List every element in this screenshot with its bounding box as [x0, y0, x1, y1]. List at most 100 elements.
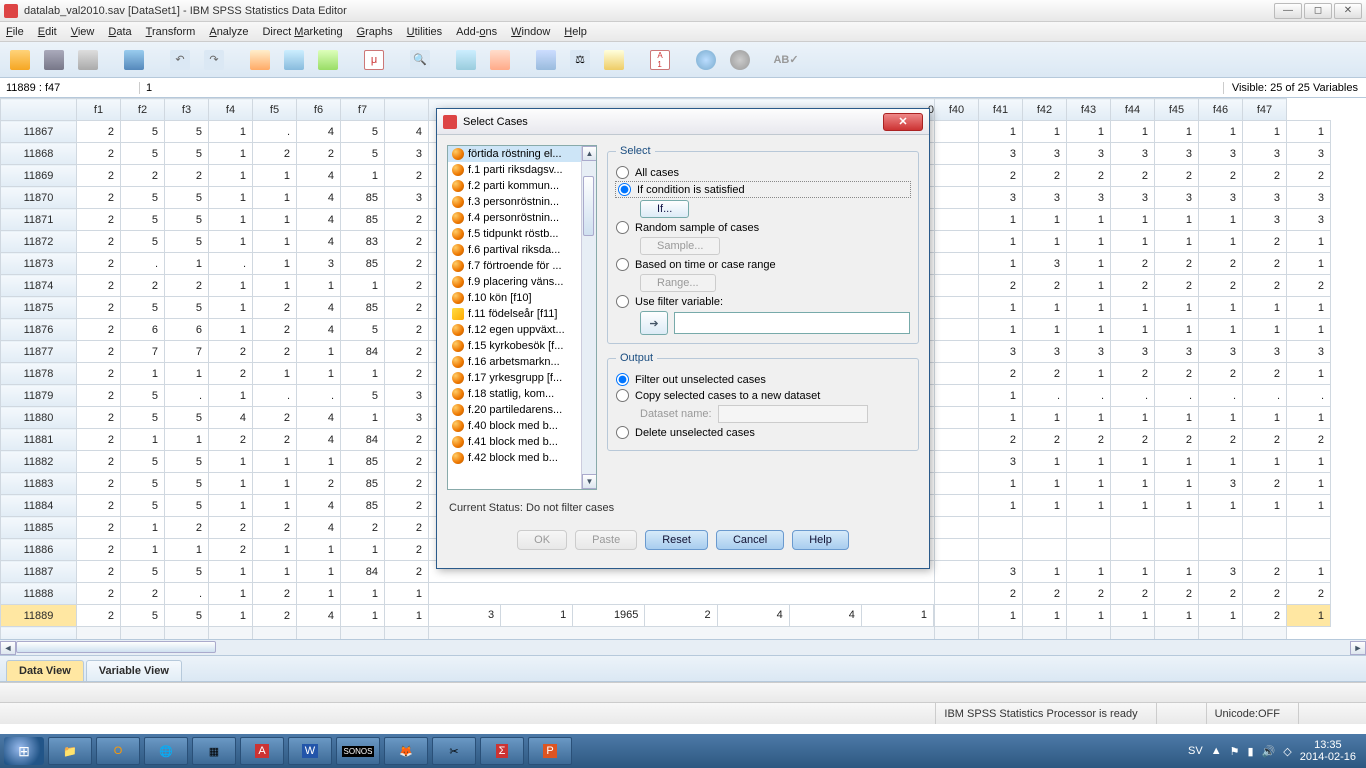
- cell[interactable]: 2: [385, 319, 429, 341]
- cell[interactable]: 5: [121, 605, 165, 627]
- cell[interactable]: 3: [1155, 341, 1199, 363]
- cell[interactable]: 1: [209, 231, 253, 253]
- tray-flag-icon[interactable]: ⚑: [1230, 745, 1240, 758]
- variable-item[interactable]: f.12 egen uppväxt...: [448, 322, 596, 338]
- row-header[interactable]: 11884: [1, 495, 77, 517]
- cell[interactable]: 4: [209, 407, 253, 429]
- cell[interactable]: [935, 473, 979, 495]
- radio-delete-unselected[interactable]: [616, 426, 629, 439]
- row-header[interactable]: 11879: [1, 385, 77, 407]
- cell[interactable]: 2: [1199, 253, 1243, 275]
- cell[interactable]: 1: [1023, 209, 1067, 231]
- reset-button[interactable]: Reset: [645, 530, 708, 550]
- cell[interactable]: 7: [121, 341, 165, 363]
- cell[interactable]: 1: [341, 275, 385, 297]
- radio-filter-out[interactable]: [616, 373, 629, 386]
- variables-icon[interactable]: [314, 46, 342, 74]
- col-f2[interactable]: f2: [121, 99, 165, 121]
- cell[interactable]: 1: [1111, 473, 1155, 495]
- cell[interactable]: 1: [1287, 605, 1331, 627]
- cell[interactable]: 2: [297, 473, 341, 495]
- cell[interactable]: 1: [209, 473, 253, 495]
- filter-variable-field[interactable]: [674, 312, 910, 334]
- cell[interactable]: [1111, 517, 1155, 539]
- cell[interactable]: 4: [297, 297, 341, 319]
- col-f46[interactable]: f46: [1199, 99, 1243, 121]
- cell[interactable]: [1287, 517, 1331, 539]
- cell[interactable]: [935, 605, 979, 627]
- variable-item[interactable]: f.7 förtroende för ...: [448, 258, 596, 274]
- cell[interactable]: 1: [253, 495, 297, 517]
- cell[interactable]: 2: [253, 605, 297, 627]
- cell[interactable]: 2: [121, 165, 165, 187]
- cell[interactable]: 2: [979, 429, 1023, 451]
- variable-item[interactable]: f.40 block med b...: [448, 418, 596, 434]
- taskbar-chrome-icon[interactable]: 🌐: [144, 737, 188, 765]
- cell[interactable]: 1: [979, 605, 1023, 627]
- cell[interactable]: 1: [1199, 495, 1243, 517]
- cell[interactable]: 3: [1023, 341, 1067, 363]
- cell[interactable]: 1: [1067, 297, 1111, 319]
- variable-item[interactable]: f.9 placering väns...: [448, 274, 596, 290]
- cell[interactable]: 3: [1287, 341, 1331, 363]
- cell[interactable]: 5: [165, 187, 209, 209]
- select-cases-icon[interactable]: [486, 46, 514, 74]
- cell[interactable]: 1: [1067, 407, 1111, 429]
- cell[interactable]: 1: [1023, 605, 1067, 627]
- cell[interactable]: 3: [385, 407, 429, 429]
- recall-dialog-icon[interactable]: [120, 46, 148, 74]
- cell[interactable]: 3: [1287, 143, 1331, 165]
- row-header[interactable]: 11880: [1, 407, 77, 429]
- cell[interactable]: 1: [341, 363, 385, 385]
- row-header[interactable]: 11888: [1, 583, 77, 605]
- cell[interactable]: 85: [341, 253, 385, 275]
- cell[interactable]: 2: [1287, 275, 1331, 297]
- cell[interactable]: 3: [1155, 187, 1199, 209]
- cell[interactable]: 1: [121, 429, 165, 451]
- cell[interactable]: 3: [1067, 143, 1111, 165]
- menu-edit[interactable]: Edit: [38, 26, 57, 38]
- cell[interactable]: 2: [1111, 429, 1155, 451]
- cell[interactable]: 1: [1111, 209, 1155, 231]
- cell[interactable]: 1: [121, 363, 165, 385]
- cell[interactable]: .: [1067, 385, 1111, 407]
- cell[interactable]: 4: [297, 121, 341, 143]
- cell[interactable]: 4: [385, 121, 429, 143]
- cell[interactable]: 1: [979, 253, 1023, 275]
- radio-random-sample[interactable]: [616, 221, 629, 234]
- cell[interactable]: 1: [1155, 495, 1199, 517]
- spellcheck-icon[interactable]: AB✓: [772, 46, 800, 74]
- cell[interactable]: 3: [1287, 209, 1331, 231]
- menu-window[interactable]: Window: [511, 26, 550, 38]
- variable-item[interactable]: f.5 tidpunkt röstb...: [448, 226, 596, 242]
- cell[interactable]: 2: [1155, 429, 1199, 451]
- cell[interactable]: 1: [979, 319, 1023, 341]
- cell[interactable]: 1: [209, 605, 253, 627]
- cell[interactable]: 5: [121, 231, 165, 253]
- cell[interactable]: [935, 561, 979, 583]
- move-variable-button[interactable]: ➔: [640, 311, 668, 335]
- cell[interactable]: 1: [253, 363, 297, 385]
- cell[interactable]: 7: [165, 341, 209, 363]
- variable-item[interactable]: f.16 arbetsmarkn...: [448, 354, 596, 370]
- cell[interactable]: [935, 209, 979, 231]
- cell[interactable]: 3: [1111, 187, 1155, 209]
- cell[interactable]: 1: [979, 407, 1023, 429]
- cell[interactable]: 1: [297, 341, 341, 363]
- cell[interactable]: 4: [297, 517, 341, 539]
- radio-range[interactable]: [616, 258, 629, 271]
- cell[interactable]: 2: [77, 517, 121, 539]
- cell[interactable]: 2: [77, 539, 121, 561]
- cell[interactable]: 2: [1155, 583, 1199, 605]
- cell[interactable]: 1: [209, 275, 253, 297]
- variable-item[interactable]: f.3 personröstnin...: [448, 194, 596, 210]
- cell[interactable]: 1: [1023, 297, 1067, 319]
- cell[interactable]: [1067, 517, 1111, 539]
- cell[interactable]: 3: [1199, 187, 1243, 209]
- cell[interactable]: 1: [1287, 231, 1331, 253]
- cell[interactable]: 2: [77, 143, 121, 165]
- cell[interactable]: 1: [979, 231, 1023, 253]
- cell[interactable]: 1: [1067, 275, 1111, 297]
- run-descriptives-icon[interactable]: μ: [360, 46, 388, 74]
- save-icon[interactable]: [40, 46, 68, 74]
